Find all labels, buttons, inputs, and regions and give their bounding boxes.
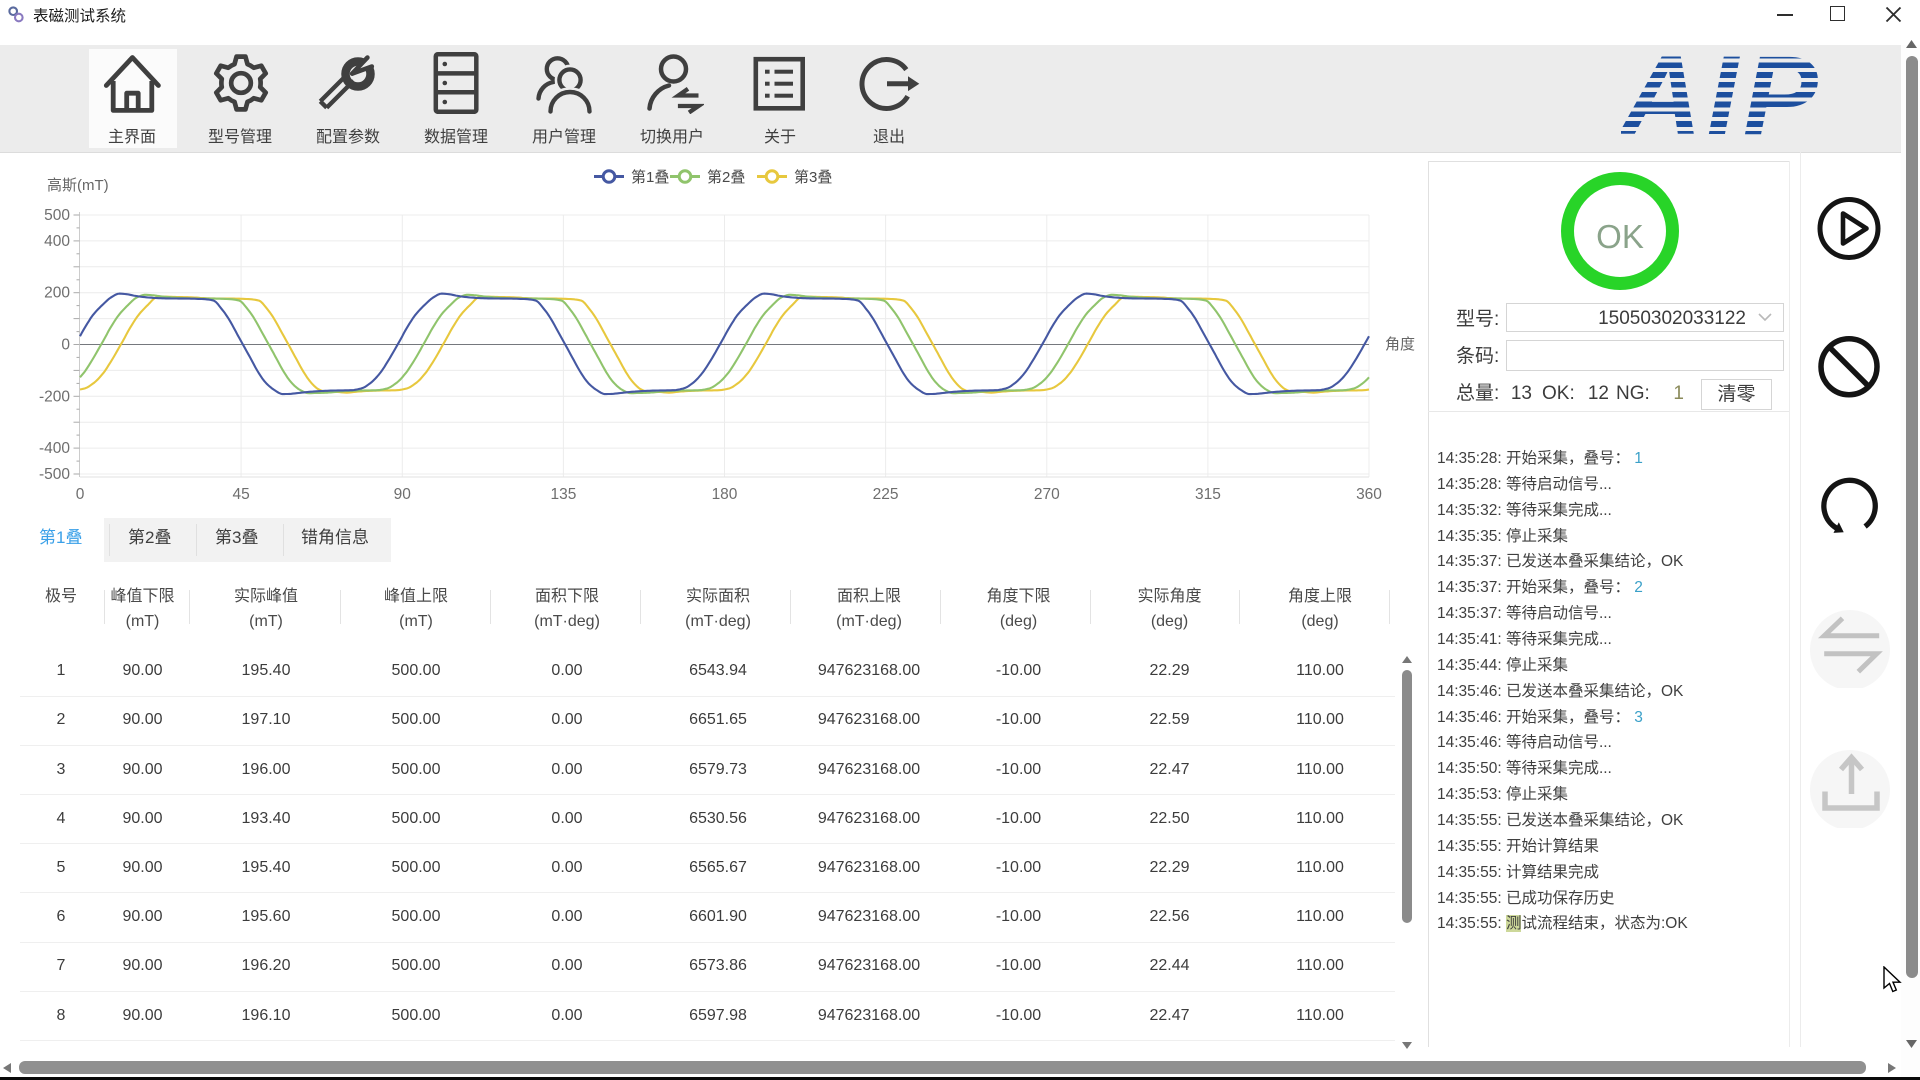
svg-text:270: 270	[1034, 486, 1060, 503]
svg-text:500: 500	[44, 207, 70, 224]
svg-text:400: 400	[44, 233, 70, 250]
svg-text:225: 225	[873, 486, 899, 503]
svg-text:-500: -500	[39, 466, 70, 483]
svg-text:45: 45	[232, 486, 249, 503]
svg-text:第2叠: 第2叠	[707, 168, 745, 186]
svg-text:90: 90	[394, 486, 412, 503]
svg-text:0: 0	[76, 486, 85, 503]
svg-text:0: 0	[61, 337, 70, 354]
svg-text:315: 315	[1195, 486, 1221, 503]
svg-text:角度: 角度	[1385, 336, 1415, 353]
svg-text:第1叠: 第1叠	[631, 168, 669, 186]
svg-text:高斯(mT): 高斯(mT)	[47, 177, 109, 194]
svg-text:135: 135	[550, 486, 576, 503]
svg-text:200: 200	[44, 285, 70, 302]
svg-text:第3叠: 第3叠	[794, 168, 832, 186]
svg-text:360: 360	[1356, 486, 1382, 503]
svg-text:-400: -400	[39, 440, 70, 457]
svg-text:-200: -200	[39, 388, 70, 405]
svg-text:180: 180	[712, 486, 738, 503]
